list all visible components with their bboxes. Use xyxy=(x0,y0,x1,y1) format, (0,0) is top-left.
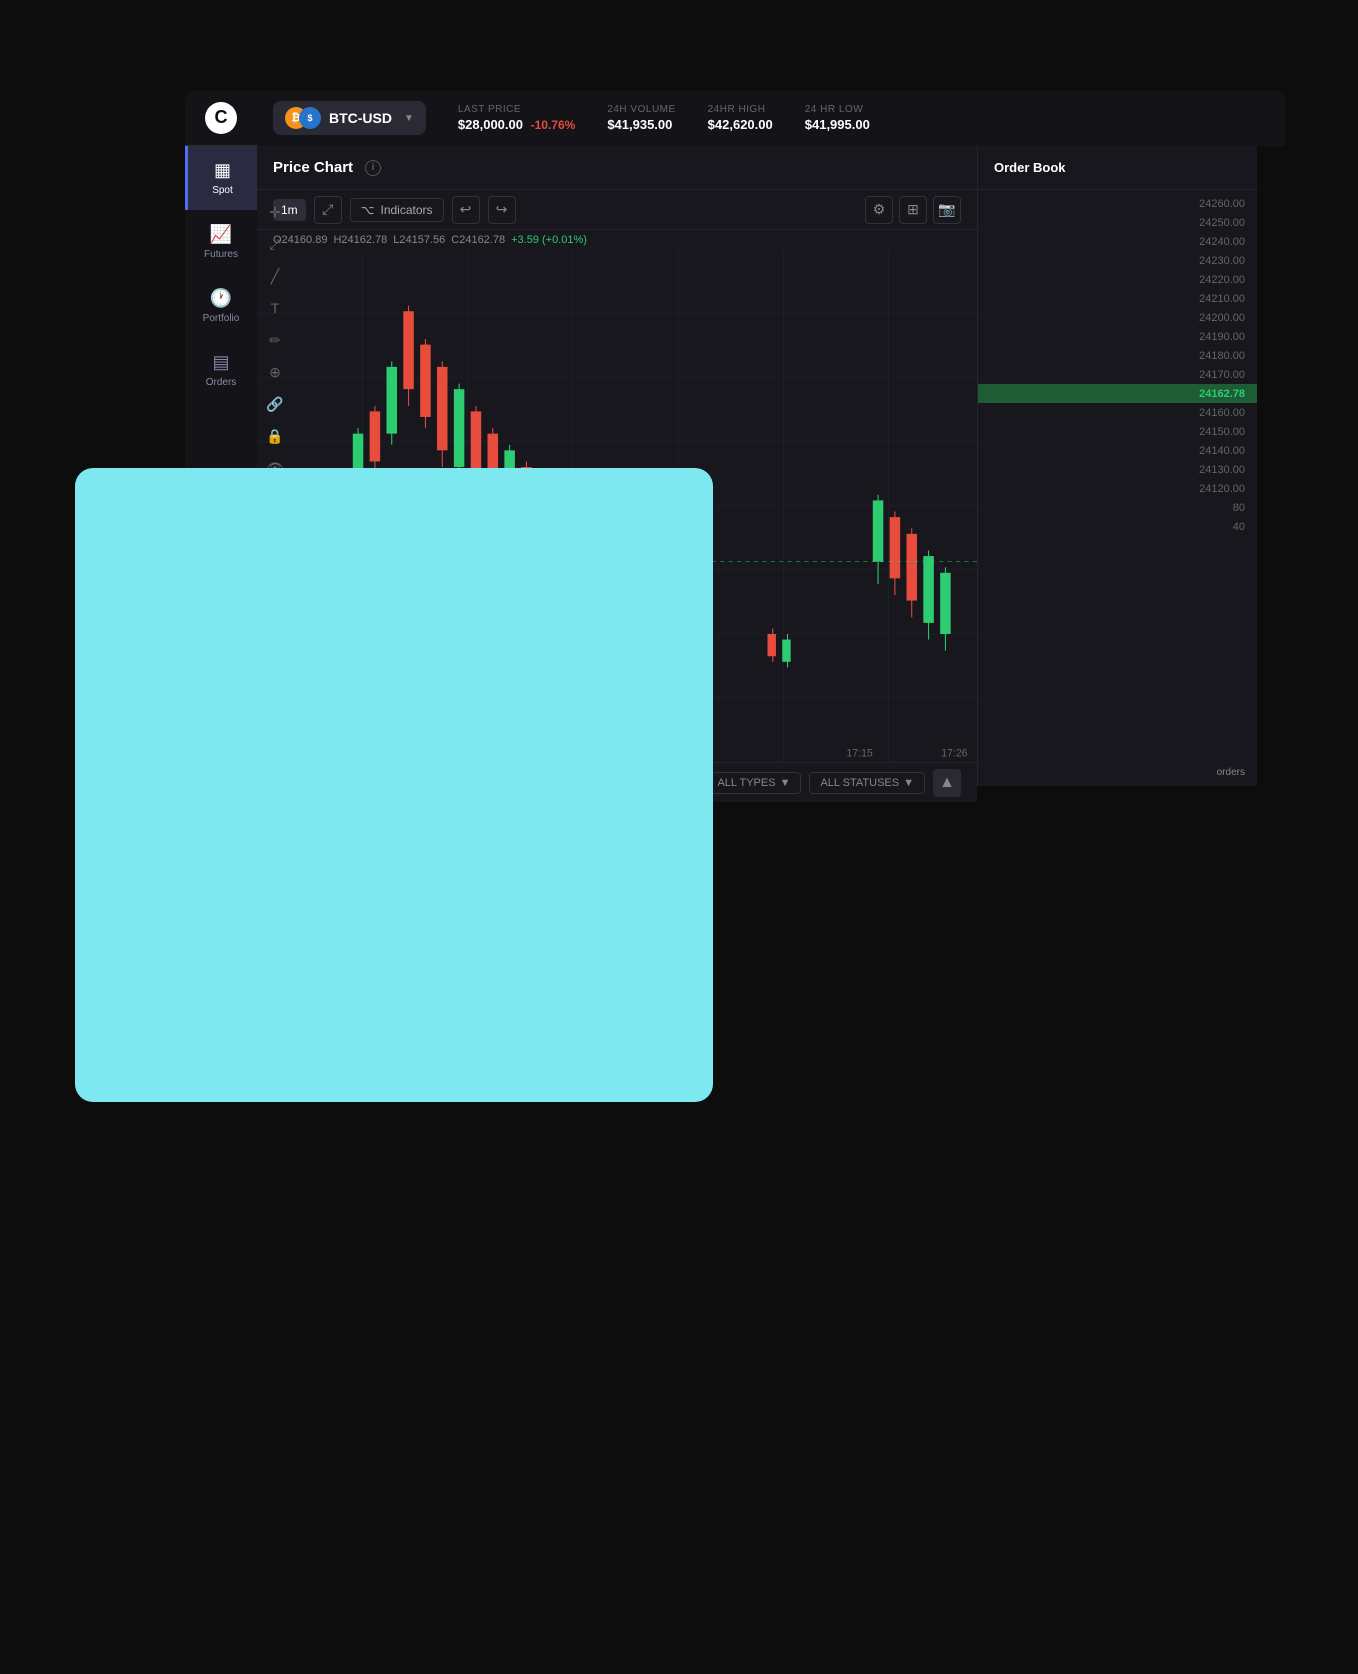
top-bar: ₿ $ BTC-USD ▼ LAST PRICE $28,000.00 -10.… xyxy=(257,90,1285,146)
price-row: 24160.00 xyxy=(978,403,1257,422)
order-book-panel: Order Book 24260.00 24250.00 24240.00 24… xyxy=(977,146,1257,786)
all-statuses-label: ALL STATUSES xyxy=(820,777,899,789)
sidebar-item-orders[interactable]: ▤ Orders xyxy=(185,338,257,402)
zoom-tool[interactable]: ⊕ xyxy=(261,358,289,386)
trading-pair-name: BTC-USD xyxy=(329,110,392,126)
volume-value: $41,935.00 xyxy=(607,117,675,132)
link-tool[interactable]: 🔗 xyxy=(261,390,289,418)
order-book-header: Order Book xyxy=(978,146,1257,190)
price-row: 24220.00 xyxy=(978,270,1257,289)
price-row: 24140.00 xyxy=(978,441,1257,460)
chart-toolbar: 1m ⤢ ⌥ Indicators ↩ ↪ ⚙ ⊞ 📷 xyxy=(257,190,977,230)
indicators-button[interactable]: ⌥ Indicators xyxy=(350,198,444,222)
orders-icon: ▤ xyxy=(212,352,229,373)
volume-label: 24H VOLUME xyxy=(607,104,675,115)
chevron-up-icon: ▲ xyxy=(939,774,955,792)
futures-icon: 📈 xyxy=(210,224,232,245)
sidebar-label-futures: Futures xyxy=(204,249,238,260)
lock-tool[interactable]: 🔒 xyxy=(261,422,289,450)
last-price-change: -10.76% xyxy=(531,118,576,132)
toolbar-right: ⚙ ⊞ 📷 xyxy=(865,196,961,224)
ohlc-bar: O24160.89 H24162.78 L24157.56 C24162.78 … xyxy=(257,230,977,250)
sidebar-label-spot: Spot xyxy=(212,185,233,196)
all-types-filter[interactable]: ALL TYPES ▼ xyxy=(706,772,801,794)
price-row: 80 xyxy=(978,498,1257,517)
sidebar-item-portfolio[interactable]: 🕐 Portfolio xyxy=(185,274,257,338)
price-row: 24240.00 xyxy=(978,232,1257,251)
chart-title: Price Chart xyxy=(273,159,353,176)
indicators-icon: ⌥ xyxy=(361,203,375,217)
chart-info-icon[interactable]: i xyxy=(365,160,381,176)
svg-text:17:26: 17:26 xyxy=(941,747,967,759)
crosshair-tool[interactable]: ✛ xyxy=(261,198,289,226)
chevron-down-icon: ▼ xyxy=(903,777,914,789)
highlight-price-value: 24162.78 xyxy=(1199,388,1245,400)
price-row: 24250.00 xyxy=(978,213,1257,232)
price-row: 24180.00 xyxy=(978,346,1257,365)
indicators-label: Indicators xyxy=(381,203,433,217)
price-row: 24230.00 xyxy=(978,251,1257,270)
last-price-value: $28,000.00 -10.76% xyxy=(458,117,575,132)
low-label: 24 HR LOW xyxy=(805,104,870,115)
low-stat: 24 HR LOW $41,995.00 xyxy=(805,104,870,132)
high-label: 24HR HIGH xyxy=(708,104,773,115)
chevron-down-icon: ▼ xyxy=(404,113,414,124)
spot-icon: ▦ xyxy=(214,160,231,181)
logo-area: C xyxy=(185,90,257,146)
cyan-overlay-panel xyxy=(75,468,713,1102)
line-tool[interactable]: ╱ xyxy=(261,262,289,290)
price-row: 24200.00 xyxy=(978,308,1257,327)
last-price-amount: $28,000.00 xyxy=(458,117,523,132)
last-price-label: LAST PRICE xyxy=(458,104,575,115)
price-row: 24150.00 xyxy=(978,422,1257,441)
sidebar-item-futures[interactable]: 📈 Futures xyxy=(185,210,257,274)
sidebar-label-orders: Orders xyxy=(206,377,237,388)
price-row: 24210.00 xyxy=(978,289,1257,308)
pair-selector[interactable]: ₿ $ BTC-USD ▼ xyxy=(273,101,426,135)
camera-button[interactable]: 📷 xyxy=(933,196,961,224)
high-stat: 24HR HIGH $42,620.00 xyxy=(708,104,773,132)
price-row: 24130.00 xyxy=(978,460,1257,479)
last-price-stat: LAST PRICE $28,000.00 -10.76% xyxy=(458,104,575,132)
logo-text: C xyxy=(215,107,228,128)
arrow-tool[interactable]: ⤢ xyxy=(261,230,289,258)
undo-button[interactable]: ↩ xyxy=(452,196,480,224)
ohlc-high: H24162.78 xyxy=(333,234,387,246)
candle-type-button[interactable]: ⤢ xyxy=(314,196,342,224)
all-types-label: ALL TYPES xyxy=(717,777,775,789)
price-row: 40 xyxy=(978,517,1257,536)
price-row: 24170.00 xyxy=(978,365,1257,384)
all-statuses-filter[interactable]: ALL STATUSES ▼ xyxy=(809,772,925,794)
ohlc-low: L24157.56 xyxy=(393,234,445,246)
price-row: 24260.00 xyxy=(978,194,1257,213)
order-book-title: Order Book xyxy=(994,160,1066,175)
orders-label: orders xyxy=(1217,767,1245,778)
collapse-orders-button[interactable]: ▲ xyxy=(933,769,961,797)
sidebar-item-spot[interactable]: ▦ Spot xyxy=(185,146,257,210)
low-value: $41,995.00 xyxy=(805,117,870,132)
usd-icon: $ xyxy=(299,107,321,129)
text-tool[interactable]: T xyxy=(261,294,289,322)
filter-buttons: ALL TYPES ▼ ALL STATUSES ▼ ▲ xyxy=(706,769,961,797)
grid-button[interactable]: ⊞ xyxy=(899,196,927,224)
ohlc-change: +3.59 (+0.01%) xyxy=(511,234,587,246)
high-value: $42,620.00 xyxy=(708,117,773,132)
price-row: 24190.00 xyxy=(978,327,1257,346)
current-price-row: 24162.78 xyxy=(978,384,1257,403)
app-logo[interactable]: C xyxy=(205,102,237,134)
redo-button[interactable]: ↪ xyxy=(488,196,516,224)
volume-stat: 24H VOLUME $41,935.00 xyxy=(607,104,675,132)
price-scale: 24260.00 24250.00 24240.00 24230.00 2422… xyxy=(978,190,1257,540)
chart-header: Price Chart i xyxy=(257,146,977,190)
svg-text:17:15: 17:15 xyxy=(846,747,872,759)
chevron-down-icon: ▼ xyxy=(780,777,791,789)
settings-button[interactable]: ⚙ xyxy=(865,196,893,224)
portfolio-icon: 🕐 xyxy=(210,288,232,309)
pencil-tool[interactable]: ✏ xyxy=(261,326,289,354)
sidebar-label-portfolio: Portfolio xyxy=(203,313,240,324)
price-row: 24120.00 xyxy=(978,479,1257,498)
ohlc-close: C24162.78 xyxy=(451,234,505,246)
